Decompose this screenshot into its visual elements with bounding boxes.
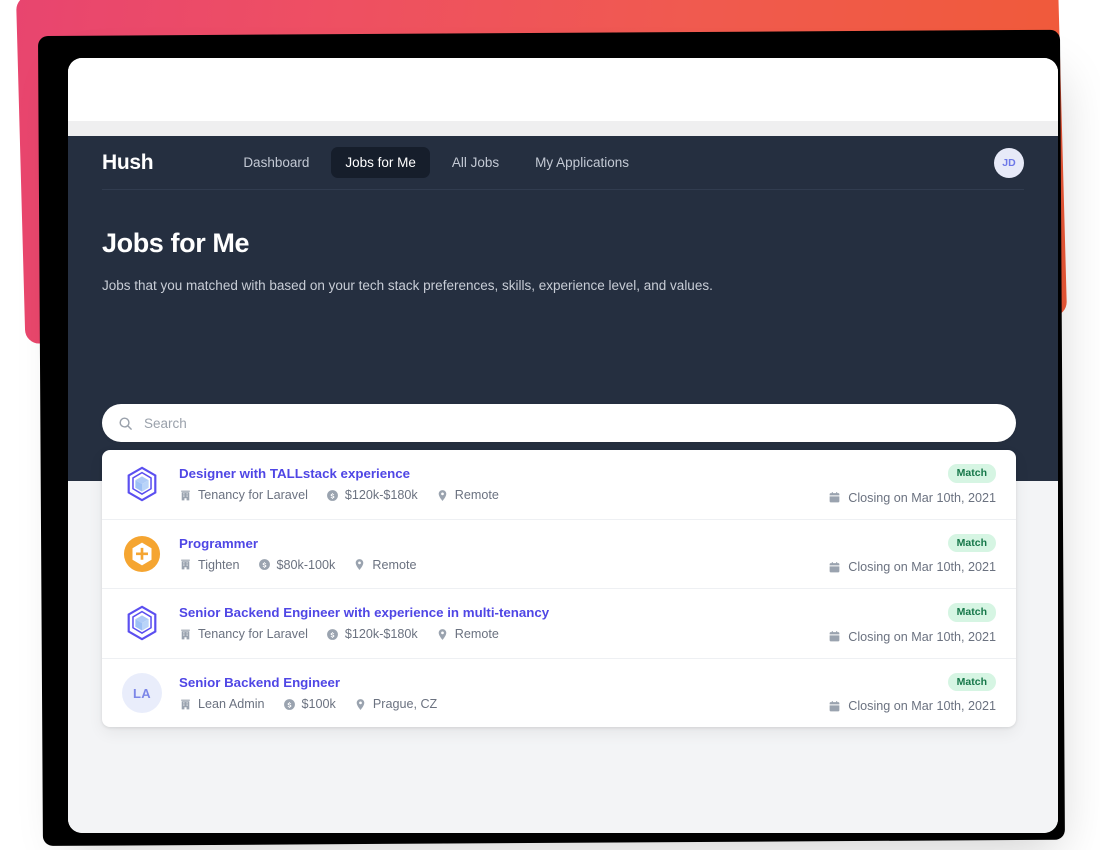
job-meta: Tighten $80k-100k Remote [179,558,828,572]
job-closing: Closing on Mar 10th, 2021 [828,699,996,713]
job-info: Senior Backend Engineer with experience … [179,605,828,641]
nav-link-my-applications[interactable]: My Applications [521,147,643,178]
job-status: Match Closing on Mar 10th, 2021 [828,464,996,505]
dollar-circle-icon [283,698,296,711]
job-title-link[interactable]: Programmer [179,536,828,551]
top-navbar: Hush Dashboard Jobs for Me All Jobs My A… [102,136,1024,190]
job-salary-label: $120k-$180k [344,488,418,503]
table-row[interactable]: Programmer Tighten $80k-100k Remote Matc… [102,520,1016,590]
nav-links: Dashboard Jobs for Me All Jobs My Applic… [229,147,643,178]
location-pin-icon [436,489,449,502]
job-company: Tighten [179,558,240,572]
table-row[interactable]: Designer with TALLstack experience Tenan… [102,450,1016,520]
job-salary: $80k-100k [258,557,336,572]
dollar-circle-icon [326,489,339,502]
job-closing-label: Closing on Mar 10th, 2021 [848,699,996,714]
company-logo-hex-cube-icon [122,464,162,504]
job-status: Match Closing on Mar 10th, 2021 [828,533,996,574]
building-icon [179,628,192,641]
job-location: Remote [353,558,416,572]
screenshot-stage: Hush Dashboard Jobs for Me All Jobs My A… [0,0,1100,850]
job-status: Match Closing on Mar 10th, 2021 [828,672,996,713]
job-company-label: Lean Admin [198,697,265,712]
search-icon [118,416,133,431]
avatar[interactable]: JD [994,147,1024,178]
job-salary-label: $80k-100k [276,557,336,572]
status-badge: Match [947,533,996,553]
dollar-circle-icon [258,558,271,571]
job-company-label: Tenancy for Laravel [198,627,308,642]
job-location: Remote [436,488,499,502]
job-info: Designer with TALLstack experience Tenan… [179,466,828,502]
hero-body: Jobs for Me Jobs that you matched with b… [102,190,1024,293]
status-badge: Match [947,603,996,622]
calendar-icon [828,700,841,713]
job-status: Match Closing on Mar 10th, 2021 [828,603,996,644]
company-logo-initials: LA [122,673,162,714]
brand-logo[interactable]: Hush [102,151,154,175]
job-location-label: Remote [454,488,499,503]
company-logo-hex-cube-icon [122,603,162,643]
job-location-label: Prague, CZ [372,697,438,712]
job-meta: Tenancy for Laravel $120k-$180k Remote [179,627,828,641]
job-closing-label: Closing on Mar 10th, 2021 [848,490,996,505]
location-pin-icon [436,628,449,641]
company-logo-orange-plus-icon [122,534,162,574]
search-bar[interactable] [102,404,1016,442]
location-pin-icon [354,698,367,711]
table-row[interactable]: Senior Backend Engineer with experience … [102,589,1016,659]
job-company: Lean Admin [179,697,265,711]
nav-link-dashboard[interactable]: Dashboard [229,147,323,178]
job-closing: Closing on Mar 10th, 2021 [828,560,996,574]
building-icon [179,558,192,571]
building-icon [179,698,192,711]
browser-chrome-bar [68,58,1058,121]
job-title-link[interactable]: Senior Backend Engineer with experience … [179,605,828,620]
browser-window: Hush Dashboard Jobs for Me All Jobs My A… [68,58,1058,833]
status-badge: Match [947,672,996,692]
job-salary-label: $100k [301,697,336,712]
job-company-label: Tenancy for Laravel [198,488,308,503]
application-viewport: Hush Dashboard Jobs for Me All Jobs My A… [68,136,1058,833]
calendar-icon [828,561,841,574]
status-badge: Match [947,464,996,483]
job-title-link[interactable]: Senior Backend Engineer [179,675,828,690]
job-company-label: Tighten [198,557,240,572]
nav-link-jobs-for-me[interactable]: Jobs for Me [331,147,430,178]
nav-link-all-jobs[interactable]: All Jobs [438,147,513,178]
job-closing: Closing on Mar 10th, 2021 [828,630,996,644]
table-row[interactable]: LA Senior Backend Engineer Lean Admin $1… [102,659,1016,728]
location-pin-icon [353,558,366,571]
job-meta: Lean Admin $100k Prague, CZ [179,697,828,711]
job-list-card: Designer with TALLstack experience Tenan… [102,450,1016,728]
job-info: Programmer Tighten $80k-100k Remote [179,536,828,572]
search-input[interactable] [144,415,1000,431]
building-icon [179,489,192,502]
job-title-link[interactable]: Designer with TALLstack experience [179,466,828,481]
page-title: Jobs for Me [102,228,250,258]
calendar-icon [828,491,841,504]
job-company: Tenancy for Laravel [179,627,308,641]
job-location-label: Remote [372,557,417,572]
page-subtitle: Jobs that you matched with based on your… [102,278,713,293]
job-info: Senior Backend Engineer Lean Admin $100k… [179,675,828,711]
calendar-icon [828,630,841,643]
job-company: Tenancy for Laravel [179,488,308,502]
dollar-circle-icon [326,628,339,641]
job-location-label: Remote [454,627,499,642]
job-salary-label: $120k-$180k [344,627,418,642]
job-location: Remote [436,627,499,641]
job-location: Prague, CZ [354,697,437,711]
job-closing: Closing on Mar 10th, 2021 [828,491,996,505]
job-closing-label: Closing on Mar 10th, 2021 [848,560,996,575]
job-closing-label: Closing on Mar 10th, 2021 [848,629,996,644]
job-salary: $120k-$180k [326,627,418,641]
job-salary: $120k-$180k [326,488,418,502]
job-salary: $100k [283,697,336,711]
browser-toolbar-strip [68,121,1058,136]
job-meta: Tenancy for Laravel $120k-$180k Remote [179,488,828,502]
